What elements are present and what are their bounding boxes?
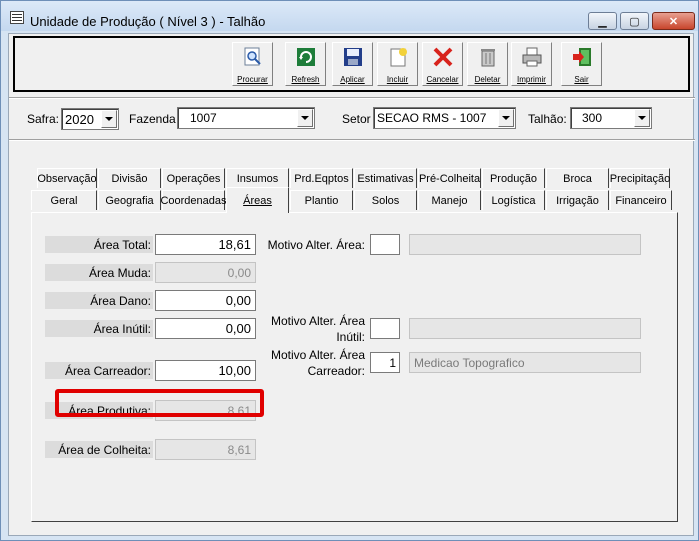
minimize-button[interactable]: ▁: [588, 12, 617, 30]
chevron-down-icon[interactable]: [297, 109, 313, 127]
motivo-inutil-label-line1: Motivo Alter. Área: [270, 314, 365, 328]
area-colheita-field: 8,61: [155, 439, 256, 460]
motivo-area-code-field[interactable]: [370, 234, 400, 255]
exit-button[interactable]: Sair: [561, 42, 602, 86]
divider: [9, 97, 695, 99]
search-icon: [242, 46, 264, 68]
search-button-label: Procurar: [237, 75, 268, 84]
motivo-inutil-label: Motivo Alter. Área Inútil:: [257, 313, 365, 345]
fazenda-label: Fazenda: [129, 112, 176, 126]
tab-insumos[interactable]: Insumos: [226, 168, 289, 188]
divider: [9, 139, 695, 141]
talhao-select[interactable]: 300: [570, 107, 652, 129]
chevron-down-icon[interactable]: [498, 109, 514, 127]
setor-value: SECAO RMS - 1007: [377, 111, 487, 125]
highlight-box: [55, 389, 264, 417]
area-total-field[interactable]: 18,61: [155, 234, 256, 255]
tab-precipitacao[interactable]: Precipitação: [610, 168, 670, 188]
motivo-carreador-code-field[interactable]: 1: [370, 352, 400, 373]
cancel-button[interactable]: Cancelar: [422, 42, 463, 86]
safra-value: 2020: [65, 112, 94, 127]
fazenda-select[interactable]: 1007: [177, 107, 315, 129]
save-icon: [342, 46, 364, 68]
tab-estimativas[interactable]: Estimativas: [354, 168, 417, 188]
tab-broca[interactable]: Broca: [546, 168, 609, 188]
delete-button-label: Deletar: [474, 75, 501, 84]
motivo-inutil-label-line2: Inútil:: [336, 330, 365, 344]
printer-icon: [521, 46, 543, 68]
motivo-area-label: Motivo Alter. Área:: [267, 238, 365, 252]
talhao-label: Talhão:: [528, 112, 567, 126]
tab-observacao[interactable]: Observação: [37, 168, 97, 188]
tab-financeiro[interactable]: Financeiro: [610, 190, 672, 210]
include-button[interactable]: Incluir: [377, 42, 418, 86]
tab-solos[interactable]: Solos: [354, 190, 417, 210]
window-title: Unidade de Produção ( Nível 3 ) - Talhão: [30, 14, 266, 29]
fazenda-value: 1007: [190, 111, 217, 125]
areas-tab-panel: Área Total: 18,61 Área Muda: 0,00 Área D…: [31, 212, 678, 522]
exit-icon: [571, 46, 593, 68]
apply-button[interactable]: Aplicar: [332, 42, 373, 86]
cancel-button-label: Cancelar: [426, 75, 459, 84]
title-bar[interactable]: Unidade de Produção ( Nível 3 ) - Talhão…: [1, 1, 698, 31]
app-icon[interactable]: [10, 11, 24, 24]
motivo-carreador-label: Motivo Alter. Área Carreador:: [257, 347, 365, 379]
area-muda-field: 0,00: [155, 262, 256, 283]
application-window: Unidade de Produção ( Nível 3 ) - Talhão…: [0, 0, 699, 541]
print-button-label: Imprimir: [517, 75, 546, 84]
motivo-carreador-label-line2: Carreador:: [307, 364, 365, 378]
cancel-icon: [432, 46, 454, 68]
tab-irrigacao[interactable]: Irrigação: [546, 190, 609, 210]
client-area: Procurar Refresh Aplicar Incluir Cancela…: [8, 33, 695, 536]
tab-pre-colheita[interactable]: Pré-Colheita: [418, 168, 481, 188]
include-button-label: Incluir: [386, 75, 409, 84]
tab-prd-eqptos[interactable]: Prd.Eqptos: [290, 168, 353, 188]
refresh-button[interactable]: Refresh: [285, 42, 326, 86]
close-button[interactable]: ✕: [652, 12, 695, 30]
refresh-button-label: Refresh: [291, 75, 320, 84]
tab-logistica[interactable]: Logística: [482, 190, 545, 210]
refresh-icon: [295, 46, 317, 68]
area-colheita-label: Área de Colheita:: [45, 441, 153, 458]
print-button[interactable]: Imprimir: [511, 42, 552, 86]
tab-geral[interactable]: Geral: [31, 190, 97, 210]
tab-operacoes[interactable]: Operações: [162, 168, 225, 188]
chevron-down-icon[interactable]: [101, 110, 117, 128]
motivo-inutil-desc-field: [409, 318, 641, 339]
toolbar: Procurar Refresh Aplicar Incluir Cancela…: [13, 36, 690, 92]
exit-button-label: Sair: [574, 75, 589, 84]
trash-icon: [477, 46, 499, 68]
area-muda-label: Área Muda:: [45, 264, 153, 281]
setor-select[interactable]: SECAO RMS - 1007: [373, 107, 516, 129]
motivo-inutil-code-field[interactable]: [370, 318, 400, 339]
tab-areas[interactable]: Áreas: [226, 187, 289, 213]
area-total-label: Área Total:: [45, 236, 153, 253]
area-carreador-field[interactable]: 10,00: [155, 360, 256, 381]
motivo-area-desc-field: [409, 234, 641, 255]
chevron-down-icon[interactable]: [634, 109, 650, 127]
motivo-carreador-desc-field: Medicao Topografico: [409, 352, 641, 373]
talhao-value: 300: [582, 111, 603, 125]
tab-manejo[interactable]: Manejo: [418, 190, 481, 210]
area-inutil-label: Área Inútil:: [45, 320, 153, 337]
motivo-carreador-label-line1: Motivo Alter. Área: [270, 348, 365, 362]
delete-button[interactable]: Deletar: [467, 42, 508, 86]
setor-label: Setor: [342, 112, 371, 126]
safra-select[interactable]: 2020: [61, 108, 119, 130]
tab-plantio[interactable]: Plantio: [290, 190, 353, 210]
new-icon: [387, 46, 409, 68]
area-inutil-field[interactable]: 0,00: [155, 318, 256, 339]
safra-label: Safra:: [27, 112, 60, 126]
area-carreador-label: Área Carreador:: [45, 362, 153, 379]
tab-divisao[interactable]: Divisão: [98, 168, 161, 188]
area-dano-label: Área Dano:: [45, 292, 153, 309]
area-dano-field[interactable]: 0,00: [155, 290, 256, 311]
tab-geografia[interactable]: Geografia: [98, 190, 161, 210]
maximize-button[interactable]: ▢: [620, 12, 649, 30]
apply-button-label: Aplicar: [340, 75, 365, 84]
tab-coordenadas[interactable]: Coordenadas: [160, 190, 227, 210]
search-button[interactable]: Procurar: [232, 42, 273, 86]
tab-producao[interactable]: Produção: [482, 168, 545, 188]
